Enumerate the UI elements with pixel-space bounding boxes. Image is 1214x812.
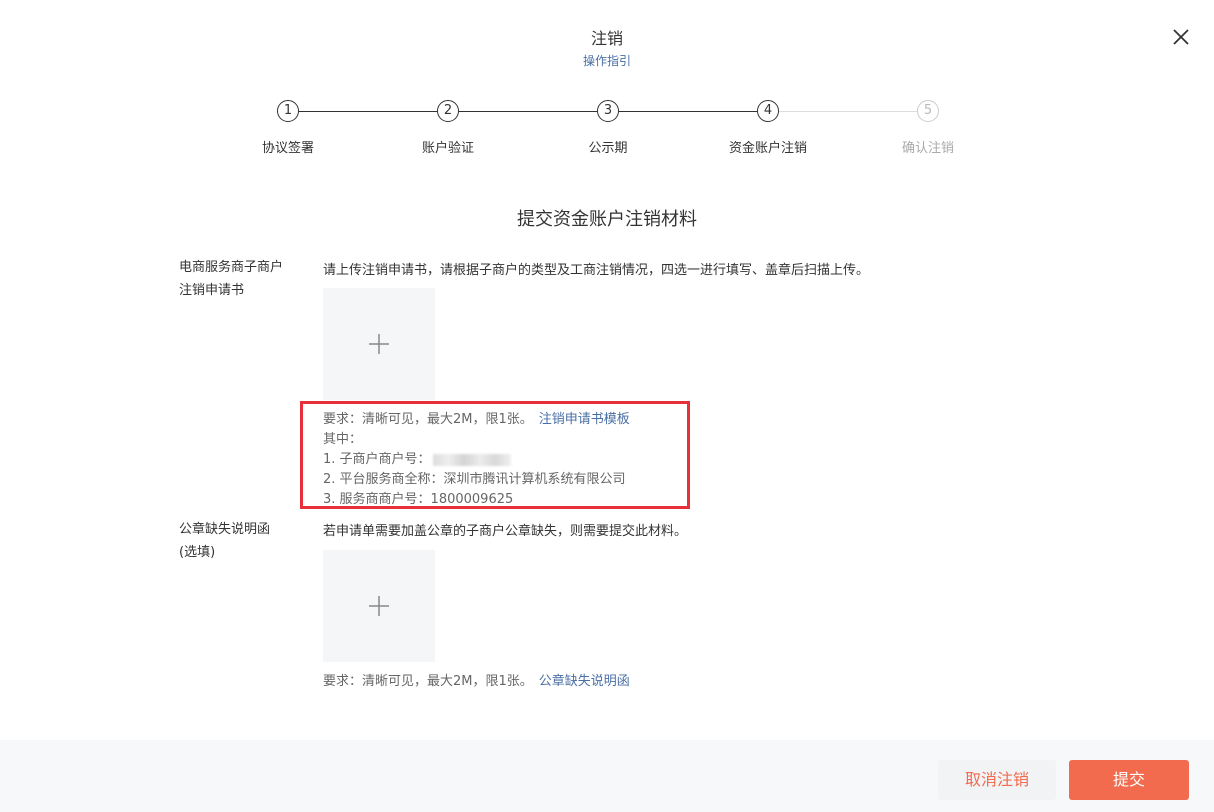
note-heading: 其中：: [323, 432, 363, 447]
application-label-line1: 电商服务商子商户: [179, 260, 284, 275]
seal-label-line1: 公章缺失说明函: [179, 522, 271, 537]
section-title: 提交资金账户注销材料: [517, 209, 697, 230]
step-2-circle: 2: [437, 100, 459, 122]
step-4-label: 资金账户注销: [728, 141, 807, 156]
plus-icon: [369, 596, 389, 616]
page-header: 注销 操作指引: [0, 28, 1214, 69]
requirement-text: 要求：清晰可见，最大2M，限1张。: [323, 674, 533, 689]
step-connector: [779, 111, 917, 112]
platform-value: 深圳市腾讯计算机系统有限公司: [443, 472, 626, 487]
step-3-label: 公示期: [588, 141, 628, 156]
service-merchant-line: 3. 服务商商户号：1800009625: [323, 490, 630, 510]
plus-icon: [369, 334, 389, 354]
sub-merchant-id-redacted: [432, 453, 511, 466]
submit-button[interactable]: 提交: [1069, 760, 1189, 800]
step-connector: [299, 111, 437, 112]
service-merchant-label: 3. 服务商商户号：: [323, 492, 431, 507]
footer-bar: 取消注销 提交: [0, 740, 1214, 812]
sub-merchant-label: 1. 子商户商户号：: [323, 452, 431, 467]
platform-line: 2. 平台服务商全称：深圳市腾讯计算机系统有限公司: [323, 470, 630, 490]
application-upload-button[interactable]: [323, 288, 435, 400]
seal-missing-form-label: 公章缺失说明函 (选填): [179, 518, 309, 564]
seal-missing-description: 若申请单需要加盖公章的子商户公章缺失，则需要提交此材料。: [323, 524, 688, 539]
application-description: 请上传注销申请书，请根据子商户的类型及工商注销情况，四选一进行填写、盖章后扫描上…: [323, 263, 870, 278]
cancellation-page: 注销 操作指引 1 2 3 4 5 协议签署 账户验证 公示期 资金账户注销 确…: [0, 0, 1214, 812]
step-5-circle: 5: [917, 100, 939, 122]
platform-label: 2. 平台服务商全称：: [323, 472, 444, 487]
application-form-label: 电商服务商子商户 注销申请书: [179, 256, 309, 302]
requirement-line: 要求：清晰可见，最大2M，限1张。 注销申请书模板: [323, 410, 630, 430]
step-5-label: 确认注销: [901, 141, 954, 156]
step-1-circle: 1: [277, 100, 299, 122]
application-template-link[interactable]: 注销申请书模板: [539, 412, 630, 427]
application-requirements: 要求：清晰可见，最大2M，限1张。 注销申请书模板 其中： 1. 子商户商户号： …: [323, 410, 630, 510]
cancel-cancellation-button[interactable]: 取消注销: [938, 760, 1056, 800]
requirement-text: 要求：清晰可见，最大2M，限1张。: [323, 412, 533, 427]
seal-missing-requirements: 要求：清晰可见，最大2M，限1张。 公章缺失说明函: [323, 672, 630, 692]
application-label-line2: 注销申请书: [179, 283, 245, 298]
step-connector: [459, 111, 597, 112]
step-2-label: 账户验证: [421, 141, 474, 156]
service-merchant-value: 1800009625: [430, 492, 514, 507]
page-title: 注销: [590, 29, 623, 48]
step-progress: 1 2 3 4 5 协议签署 账户验证 公示期 资金账户注销 确认注销: [0, 100, 1214, 160]
step-connector: [619, 111, 757, 112]
step-1-label: 协议签署: [261, 141, 314, 156]
step-4-circle: 4: [757, 100, 779, 122]
seal-missing-upload-button[interactable]: [323, 550, 435, 662]
step-3-circle: 3: [597, 100, 619, 122]
seal-missing-template-link[interactable]: 公章缺失说明函: [539, 674, 630, 689]
seal-label-line2: (选填): [179, 545, 216, 560]
sub-merchant-line: 1. 子商户商户号：: [323, 450, 630, 470]
operation-guide-link[interactable]: 操作指引: [583, 53, 631, 69]
